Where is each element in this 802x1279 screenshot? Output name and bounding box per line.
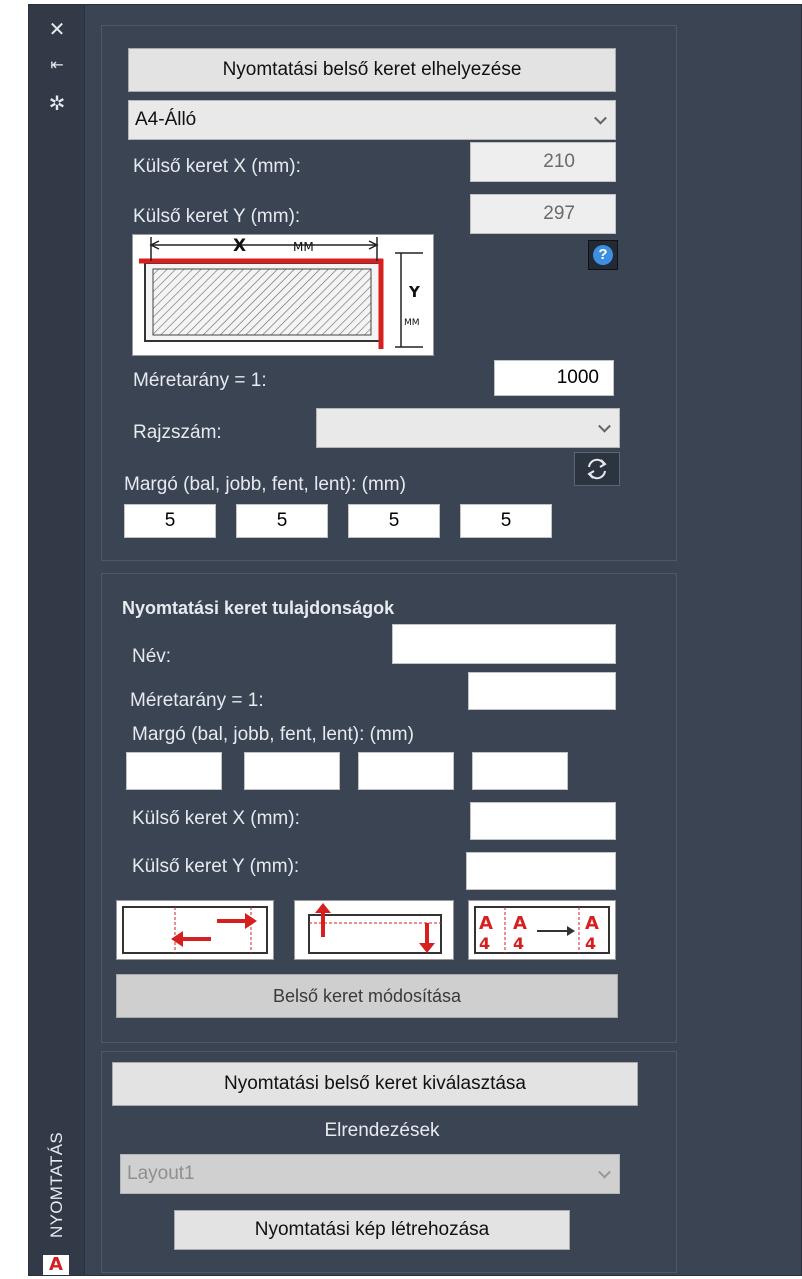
paper-4-label-2: 4 [513, 934, 524, 953]
layout-value: Layout1 [127, 1163, 195, 1184]
scale-field[interactable]: 1000 [494, 360, 614, 396]
move-frame-horizontal-button[interactable] [116, 900, 274, 960]
frame-properties-group: Nyomtatási keret tulajdonságok Név: Mére… [101, 573, 677, 1043]
paper-4-label-1: 4 [479, 934, 490, 953]
props-outer-y-field[interactable] [466, 852, 616, 890]
props-margin-top-field[interactable] [358, 752, 454, 790]
modify-inner-frame-button[interactable]: Belső keret módosítása [116, 974, 618, 1018]
paper-4-label-3: 4 [585, 934, 596, 953]
diagram-y-label: Y [408, 283, 421, 301]
move-vertical-icon [308, 903, 442, 954]
auto-hide-icon[interactable]: ⇤ [47, 55, 67, 75]
margin-top-field[interactable]: 5 [348, 504, 440, 538]
diagram-mm-vertical-label: MM [404, 318, 420, 328]
palette-title-text: NYOMTATÁS [47, 1132, 66, 1238]
props-margin-label: Margó (bal, jobb, fent, lent): (mm) [132, 724, 414, 745]
palette-titlebar: ✕ ⇤ ✲ NYOMTATÁS A [29, 5, 85, 1275]
props-outer-x-field[interactable] [470, 802, 616, 840]
paper-a-label-3: A [585, 913, 599, 934]
layouts-label: Elrendezések [324, 1120, 440, 1141]
margin-left-field[interactable]: 5 [124, 504, 216, 538]
name-field[interactable] [392, 624, 616, 664]
margin-label: Margó (bal, jobb, fent, lent): (mm) [124, 474, 406, 495]
select-inner-frame-button[interactable]: Nyomtatási belső keret kiválasztása [112, 1062, 638, 1106]
move-frame-vertical-button[interactable] [294, 900, 454, 960]
frame-dimension-diagram: X MM Y MM [132, 234, 434, 356]
paper-size-icon: A 4 A 4 A 4 [474, 906, 610, 954]
outer-x-label: Külső keret X (mm): [133, 156, 301, 177]
outer-x-field[interactable]: 210 [470, 142, 616, 182]
props-margin-right-field[interactable] [244, 752, 340, 790]
name-label: Név: [132, 646, 172, 667]
chevron-down-icon [598, 419, 611, 433]
palette-vertical-title: NYOMTATÁS [39, 1115, 75, 1255]
chevron-down-icon [594, 111, 607, 125]
chevron-down-icon [598, 1165, 611, 1179]
refresh-button[interactable] [574, 452, 620, 486]
move-horizontal-icon [122, 906, 268, 954]
app-logo-icon: A [43, 1255, 69, 1275]
refresh-icon [587, 458, 607, 480]
props-margin-bottom-field[interactable] [472, 752, 568, 790]
props-outer-x-label: Külső keret X (mm): [132, 808, 300, 829]
outer-y-field[interactable]: 297 [470, 194, 616, 234]
props-scale-label: Méretarány = 1: [130, 690, 264, 711]
diagram-x-label: X [233, 236, 246, 256]
paper-format-value: A4-Álló [135, 109, 197, 130]
properties-icon[interactable]: ✲ [47, 93, 67, 113]
paper-format-select[interactable]: A4-Álló [128, 100, 616, 140]
drawing-number-select[interactable] [316, 408, 620, 448]
print-palette: ✕ ⇤ ✲ NYOMTATÁS A Nyomtatási belső keret… [28, 4, 802, 1276]
props-scale-field[interactable] [468, 672, 616, 710]
outer-y-label: Külső keret Y (mm): [133, 206, 301, 227]
diagram-mm-label: MM [293, 240, 314, 254]
scale-label: Méretarány = 1: [133, 370, 267, 391]
layouts-group: Nyomtatási belső keret kiválasztása Elre… [101, 1051, 677, 1273]
margin-bottom-field[interactable]: 5 [460, 504, 552, 538]
paper-a-label-2: A [513, 913, 527, 934]
inner-frame-group: Nyomtatási belső keret elhelyezése A4-Ál… [101, 25, 677, 561]
drawing-number-label: Rajzszám: [133, 422, 222, 443]
close-icon[interactable]: ✕ [47, 19, 67, 39]
frame-dimension-diagram-graphic: X MM Y MM [139, 236, 423, 349]
paper-a-label-1: A [479, 913, 493, 934]
props-outer-y-label: Külső keret Y (mm): [132, 856, 300, 877]
change-paper-size-button[interactable]: A 4 A 4 A 4 [468, 900, 616, 960]
help-icon: ? [593, 245, 613, 265]
props-margin-left-field[interactable] [126, 752, 222, 790]
margin-right-field[interactable]: 5 [236, 504, 328, 538]
frame-properties-title: Nyomtatási keret tulajdonságok [122, 598, 395, 618]
help-button[interactable]: ? [588, 240, 618, 270]
create-print-image-button[interactable]: Nyomtatási kép létrehozása [174, 1210, 570, 1250]
layout-select[interactable]: Layout1 [120, 1154, 620, 1194]
place-inner-frame-button[interactable]: Nyomtatási belső keret elhelyezése [128, 48, 616, 92]
